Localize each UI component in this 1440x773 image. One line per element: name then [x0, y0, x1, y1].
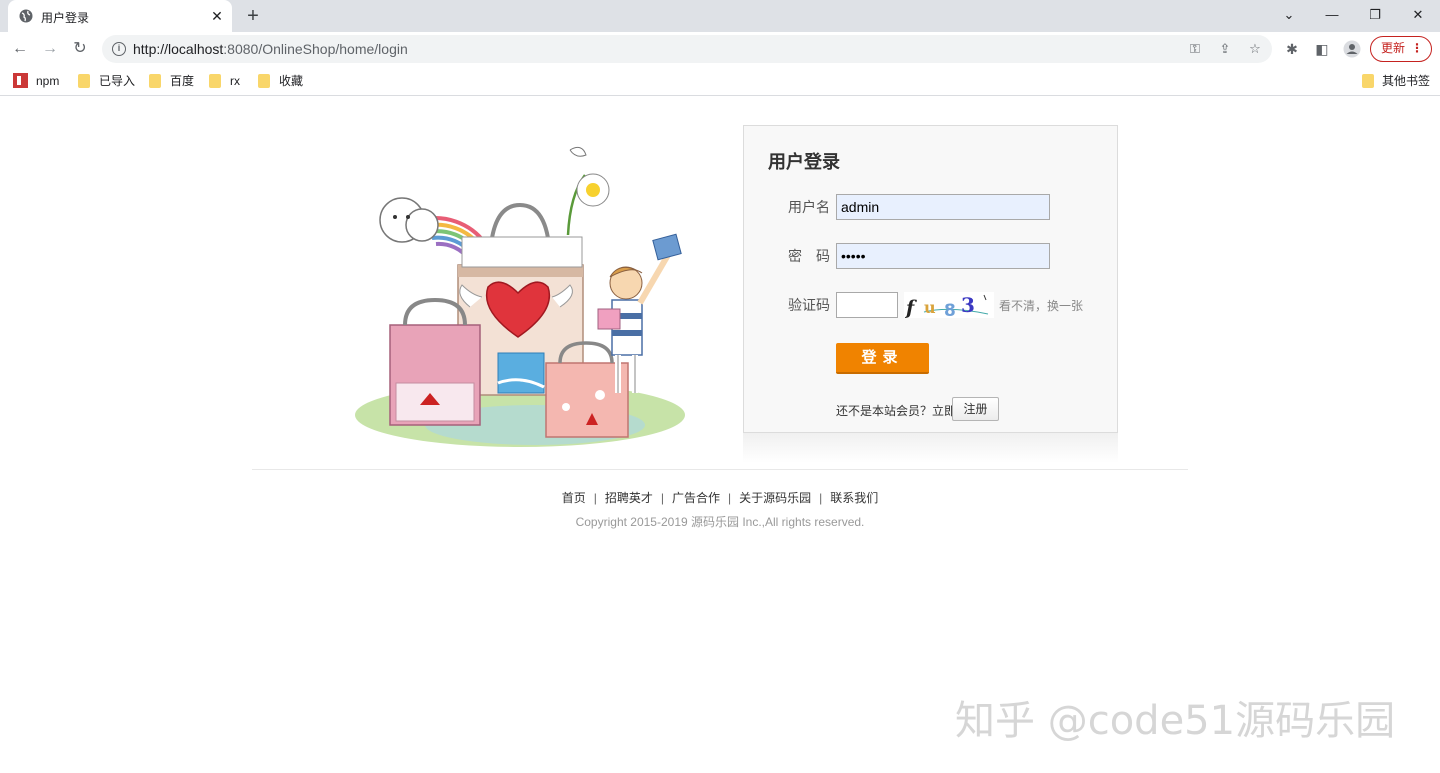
bookmark-imported[interactable]: 已导入	[78, 72, 135, 90]
bookmark-label: 其他书签	[1382, 74, 1431, 88]
star-icon[interactable]: ☆	[1246, 40, 1264, 58]
footer-links: 首页 | 招聘英才 | 广告合作 | 关于源码乐园 | 联系我们	[0, 489, 1440, 506]
bookmarks-bar: npm 已导入 百度 rx 收藏 其他书签	[0, 66, 1440, 96]
site-info-icon[interactable]: i	[112, 42, 126, 56]
footer-link-jobs[interactable]: 招聘英才	[605, 491, 653, 505]
footer-separator: |	[728, 491, 732, 505]
address-bar[interactable]: i http://localhost:8080/OnlineShop/home/…	[102, 35, 1272, 63]
tab-close-icon[interactable]: ✕	[208, 7, 226, 25]
captcha-image[interactable]: f u 8 3	[904, 292, 994, 318]
bookmark-npm[interactable]: npm	[13, 72, 59, 90]
captcha-refresh-link[interactable]: 看不清，换一张	[999, 297, 1083, 314]
update-label: 更新	[1381, 41, 1406, 55]
window-close-icon[interactable]: ✕	[1403, 4, 1433, 26]
register-prompt: 还不是本站会员？立即	[836, 404, 957, 418]
address-url[interactable]: http://localhost:8080/OnlineShop/home/lo…	[133, 41, 408, 57]
folder-icon	[149, 74, 161, 88]
bookmark-label: rx	[230, 74, 240, 88]
captcha-input[interactable]	[836, 292, 898, 318]
url-host: http://localhost	[133, 41, 224, 57]
sidepanel-icon[interactable]: ◧	[1312, 39, 1332, 59]
username-label: 用户名	[788, 199, 830, 215]
panel-shadow	[743, 433, 1118, 463]
footer-separator: |	[819, 491, 823, 505]
folder-icon	[209, 74, 221, 88]
watermark: 知乎 @code51源码乐园	[955, 698, 1396, 744]
footer-separator: |	[660, 491, 664, 505]
footer-link-about[interactable]: 关于源码乐园	[739, 491, 811, 505]
update-button[interactable]: 更新 ⋮	[1370, 36, 1432, 62]
bookmark-label: 百度	[170, 74, 195, 88]
bookmark-rx[interactable]: rx	[209, 72, 240, 90]
register-button[interactable]: 注册	[952, 397, 999, 421]
password-label: 密 码	[788, 248, 830, 264]
bookmark-label: 收藏	[279, 74, 304, 88]
captcha-char: u	[924, 298, 936, 317]
login-title: 用户登录	[768, 152, 840, 172]
footer-separator: |	[593, 491, 597, 505]
url-path: :8080/OnlineShop/home/login	[223, 41, 408, 57]
bookmark-label: 已导入	[99, 74, 136, 88]
back-icon[interactable]: ←	[8, 37, 32, 61]
username-input[interactable]	[836, 194, 1050, 220]
key-icon[interactable]: ⚿	[1186, 40, 1204, 58]
browser-toolbar: ← → ↻ i http://localhost:8080/OnlineShop…	[0, 32, 1440, 66]
footer-link-ads[interactable]: 广告合作	[672, 491, 720, 505]
footer-link-home[interactable]: 首页	[562, 491, 586, 505]
forward-icon[interactable]: →	[38, 37, 62, 61]
captcha-char: 3	[961, 293, 975, 317]
footer-divider	[252, 469, 1188, 470]
browser-tab[interactable]: 用户登录 ✕	[8, 0, 232, 32]
shopping-bags-illustration	[355, 146, 685, 447]
password-input[interactable]	[836, 243, 1050, 269]
folder-icon	[1362, 74, 1374, 88]
bookmark-label: npm	[36, 74, 60, 88]
tab-strip: 用户登录 ✕ + ⌄ — ❐ ✕	[0, 0, 1440, 32]
copyright-text: Copyright 2015-2019 源码乐园 Inc.,All rights…	[575, 515, 865, 529]
globe-icon	[19, 9, 33, 23]
tab-title: 用户登录	[41, 11, 90, 25]
restore-icon[interactable]: ❐	[1360, 4, 1390, 26]
login-button[interactable]: 登录	[836, 343, 929, 374]
npm-icon	[13, 73, 28, 88]
new-tab-button[interactable]: +	[242, 5, 264, 27]
profile-icon[interactable]	[1342, 39, 1362, 59]
captcha-char: 8	[944, 301, 956, 318]
minimize-icon[interactable]: —	[1317, 4, 1347, 26]
login-panel: 用户登录 用户名 密 码 验证码 f u 8 3 看不清，换一张 登录 还不是本…	[743, 125, 1118, 433]
bookmark-other[interactable]: 其他书签	[1362, 72, 1430, 90]
extensions-icon[interactable]: ✱	[1282, 39, 1302, 59]
reload-icon[interactable]: ↻	[68, 37, 92, 61]
bookmark-favorites[interactable]: 收藏	[258, 72, 303, 90]
share-icon[interactable]: ⇪	[1216, 40, 1234, 58]
menu-dots-icon[interactable]: ⋮	[1411, 37, 1423, 60]
folder-icon	[78, 74, 90, 88]
captcha-label: 验证码	[788, 297, 830, 313]
bookmark-baidu[interactable]: 百度	[149, 72, 194, 90]
tab-search-icon[interactable]: ⌄	[1274, 4, 1304, 26]
footer-link-contact[interactable]: 联系我们	[830, 491, 878, 505]
folder-icon	[258, 74, 270, 88]
